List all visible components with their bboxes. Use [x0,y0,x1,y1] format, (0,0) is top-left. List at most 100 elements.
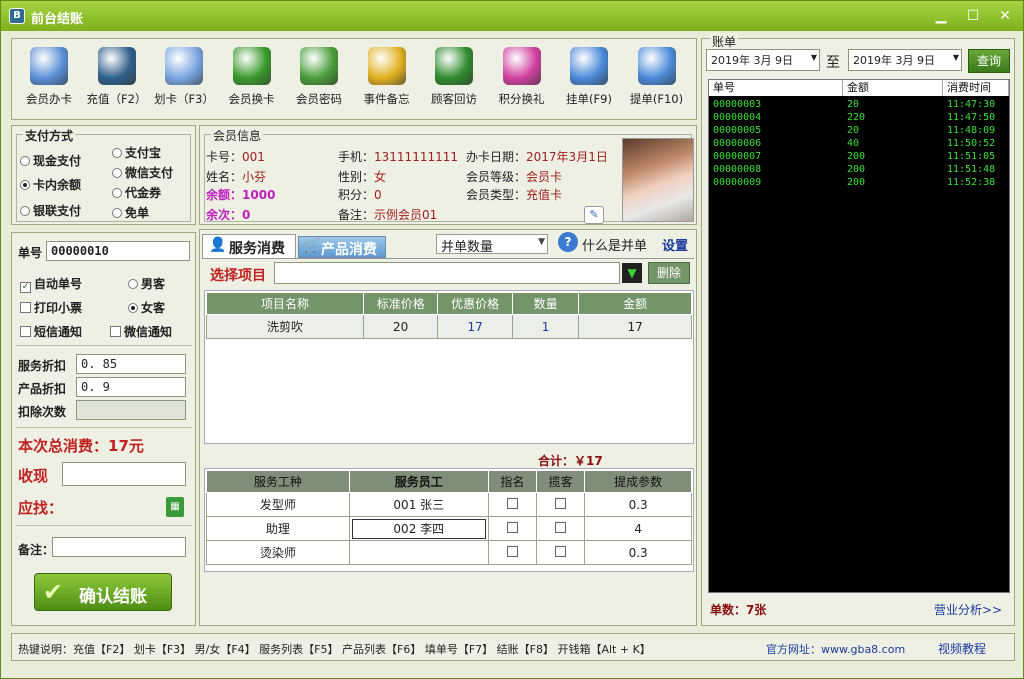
designate-checkbox[interactable] [487,516,538,541]
service-header-row: 项目名称 标准价格 优惠价格 数量 金额 [206,292,692,315]
bill-row[interactable]: 00000006 40 11:50:52 [709,137,1009,150]
merge-count-select[interactable]: 并单数量 ▼ [436,234,548,255]
refresh-icon [232,47,271,85]
payment-option-3[interactable]: 支付宝 [112,144,161,161]
member-phone: 13111111111 [374,150,458,164]
payment-option-2[interactable]: 银联支付 [20,202,81,219]
staff-employee[interactable] [348,540,489,565]
toolbar-button-1[interactable]: 充值（F2） [84,47,150,107]
service-cell: 17 [437,314,513,339]
close-button[interactable]: ✕ [995,7,1015,25]
female-radio[interactable]: 女客 [128,299,165,316]
date-from-picker[interactable]: 2019年 3月 9日 ▼ [706,49,820,71]
toolbar-button-3[interactable]: 会员换卡 [219,47,285,107]
product-discount-input[interactable]: 0. 9 [76,377,186,397]
service-discount-input[interactable]: 0. 85 [76,354,186,374]
remark-input[interactable] [52,537,186,557]
date-to-picker[interactable]: 2019年 3月 9日 ▼ [848,49,962,71]
merge-help-link[interactable]: 什么是并单 [582,235,647,254]
toolbar-button-9[interactable]: 提单(F10) [624,47,690,107]
staff-employee[interactable]: 001 张三 [348,492,489,517]
toolbar-button-7[interactable]: 积分换礼 [489,47,555,107]
help-icon[interactable]: ? [558,232,578,252]
payment-option-0[interactable]: 现金支付 [20,152,81,169]
staff-col-header: 揽客 [536,470,586,493]
staff-role: 助理 [206,516,350,541]
deduct-times-input[interactable] [76,400,186,420]
video-tutorial-link[interactable]: 视频教程 [938,640,986,657]
print-ticket-checkbox[interactable]: 打印小票 [20,299,82,316]
payment-option-4[interactable]: 微信支付 [112,164,173,181]
order-panel: 单号 00000010 ✓ 自动单号 男客 打印小票 女客 短信通知 微信通知 服… [11,232,196,626]
staff-row[interactable]: 助理 002 李四 4 [206,516,692,541]
bill-row[interactable]: 00000004 220 11:47:50 [709,111,1009,124]
received-cash-input[interactable] [62,462,186,486]
staff-col-header: 服务员工 [348,470,489,493]
tab-service[interactable]: 👤 服务消费 [202,234,296,258]
designate-checkbox[interactable] [487,492,538,517]
commission-param[interactable]: 0.3 [584,540,692,565]
toolbar-button-6[interactable]: 顾客回访 [421,47,487,107]
tab-product[interactable]: 🛒 产品消费 [298,236,386,258]
checkmark-icon: ✔ [43,578,64,606]
toolbar-button-2[interactable]: 划卡（F3） [151,47,217,107]
commission-param[interactable]: 0.3 [584,492,692,517]
select-item-input[interactable] [274,262,620,284]
official-site-link[interactable]: 官方网址：www.gba8.com [766,641,905,657]
toolbar-button-5[interactable]: 事件备忘 [354,47,420,107]
service-cell: 洗剪吹 [206,314,364,339]
bill-cell: 20 [847,125,860,136]
staff-row[interactable]: 烫染师 0.3 [206,540,692,565]
bill-row[interactable]: 00000009 200 11:52:38 [709,176,1009,189]
commission-param[interactable]: 4 [584,516,692,541]
service-col-header: 金额 [578,292,692,315]
card-swipe-icon [165,47,203,85]
confirm-checkout-button[interactable]: ✔ 确认结账 [34,573,172,611]
payment-option-5[interactable]: 代金券 [112,184,161,201]
toolbar-button-0[interactable]: 会员办卡 [16,47,82,107]
analysis-link[interactable]: 营业分析>> [934,601,1002,618]
minimize-button[interactable]: ▁ [931,7,951,25]
service-col-header: 数量 [511,292,580,315]
bill-row[interactable]: 00000008 200 11:51:48 [709,163,1009,176]
service-row[interactable]: 洗剪吹 20 17 1 17 [206,314,692,339]
payment-option-6[interactable]: 免单 [112,204,149,221]
bill-cell: 11:51:48 [947,164,996,175]
delete-button[interactable]: 删除 [648,262,690,284]
staff-col-header: 指名 [487,470,538,493]
money-bag-icon [97,47,136,85]
status-bar: 热键说明：充值【F2】 划卡【F3】 男/女【F4】 服务列表【F5】 产品列表… [11,633,1015,661]
member-level: 会员卡 [526,170,563,184]
dropdown-icon[interactable]: ▼ [622,263,642,283]
service-col-header: 优惠价格 [437,292,513,315]
order-no-input[interactable]: 00000010 [46,241,190,261]
bill-row[interactable]: 00000003 20 11:47:30 [709,98,1009,111]
query-button[interactable]: 查询 [968,49,1010,73]
auto-no-checkbox[interactable]: ✓ 自动单号 [20,275,82,293]
staff-employee[interactable]: 002 李四 [348,516,489,541]
maximize-button[interactable]: ☐ [963,7,983,25]
wechat-checkbox[interactable]: 微信通知 [110,323,172,340]
bill-count: 单数：7张 [710,603,767,617]
sms-checkbox[interactable]: 短信通知 [20,323,82,340]
staff-col-header: 服务工种 [206,470,350,493]
edit-icon[interactable]: ✎ [584,206,604,224]
bill-row[interactable]: 00000007 200 11:51:05 [709,150,1009,163]
solicit-checkbox[interactable] [536,492,586,517]
calculator-icon[interactable]: ▦ [166,497,184,517]
solicit-checkbox[interactable] [536,516,586,541]
toolbar-button-8[interactable]: 挂单(F9) [556,47,622,107]
staff-row[interactable]: 发型师 001 张三 0.3 [206,492,692,517]
member-photo [622,138,694,222]
bill-cell: 20 [847,99,860,110]
staff-col-header: 提成参数 [584,470,692,493]
male-radio[interactable]: 男客 [128,275,165,292]
bill-cell: 00000006 [713,138,762,149]
settings-link[interactable]: 设置 [662,235,688,254]
payment-panel: 支付方式 现金支付 卡内余额 银联支付 支付宝 微信支付 代金券 免单 [11,125,196,225]
bill-row[interactable]: 00000005 20 11:48:09 [709,124,1009,137]
payment-option-1[interactable]: 卡内余额 [20,176,81,193]
designate-checkbox[interactable] [487,540,538,565]
toolbar-button-4[interactable]: 会员密码 [286,47,352,107]
solicit-checkbox[interactable] [536,540,586,565]
